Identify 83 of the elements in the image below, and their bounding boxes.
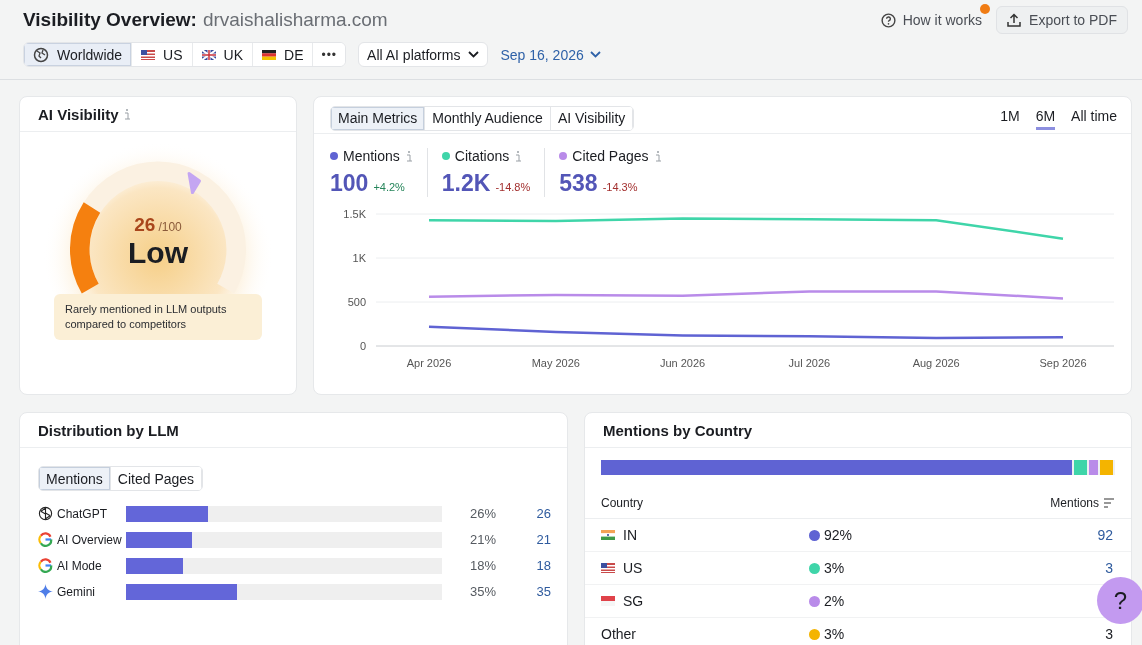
legend-label: Mentions bbox=[343, 148, 400, 164]
metric-change: +4.2% bbox=[373, 181, 405, 193]
percent-value: 21% bbox=[468, 532, 496, 547]
percent-value: 35% bbox=[468, 584, 496, 599]
llm-name: ChatGPT bbox=[57, 506, 107, 521]
chevron-down-icon bbox=[468, 51, 480, 58]
region-tab[interactable]: Worldwide bbox=[24, 43, 133, 66]
view-tab[interactable]: Main Metrics bbox=[331, 106, 426, 130]
platform-dropdown[interactable]: All AI platforms bbox=[358, 42, 489, 67]
card-title: Distribution by LLM bbox=[38, 421, 179, 439]
score-value: 26 bbox=[134, 214, 156, 236]
axis-label: Jun 2026 bbox=[659, 357, 706, 369]
percent-value: 2% bbox=[824, 593, 845, 609]
knot-logo-icon bbox=[38, 506, 53, 521]
count-link[interactable]: 18 bbox=[496, 558, 551, 573]
how-it-works-button[interactable]: How it works bbox=[880, 12, 983, 28]
sort-icon[interactable] bbox=[1103, 497, 1115, 508]
count-value[interactable]: 3 bbox=[1033, 560, 1113, 576]
percent-value: 3% bbox=[824, 626, 845, 642]
percent-value: 3% bbox=[824, 560, 845, 576]
metric-change: -14.3% bbox=[602, 181, 638, 193]
count-link[interactable]: 35 bbox=[496, 584, 551, 599]
column-header: Country bbox=[601, 495, 644, 510]
metric-change: -14.8% bbox=[495, 181, 531, 193]
range-tab[interactable]: All time bbox=[1071, 106, 1117, 130]
flag-icon bbox=[601, 530, 615, 540]
axis-label: Jul 2026 bbox=[788, 357, 831, 369]
date-picker[interactable]: Sep 16, 2026 bbox=[500, 46, 601, 63]
chevron-down-icon bbox=[589, 51, 601, 58]
percent-value: 18% bbox=[468, 558, 496, 573]
percent-value: 92% bbox=[824, 527, 853, 543]
axis-label: 1.5K bbox=[343, 208, 366, 220]
metric-value: 538 bbox=[559, 170, 598, 197]
card-title: Mentions by Country bbox=[603, 421, 753, 439]
g-logo-icon bbox=[38, 532, 53, 547]
page-title: Visibility Overview: drvaishalisharma.com bbox=[23, 9, 388, 31]
axis-label: May 2026 bbox=[531, 357, 580, 369]
sparkle-icon bbox=[38, 584, 53, 599]
count-link[interactable]: 26 bbox=[496, 506, 551, 521]
rating-description: Rarely mentioned in LLM outputs compared to competitors bbox=[54, 294, 262, 340]
g-logo-icon bbox=[38, 558, 53, 573]
count-value[interactable]: 92 bbox=[1033, 527, 1113, 543]
flag-icon bbox=[601, 596, 615, 606]
flag-icon bbox=[141, 49, 156, 60]
legend-label: Cited Pages bbox=[572, 148, 649, 164]
count-value: 3 bbox=[1104, 626, 1113, 642]
percent-value: 26% bbox=[468, 506, 496, 521]
rating-label: Low bbox=[128, 236, 188, 269]
globe-icon bbox=[33, 46, 49, 63]
country-name: Other bbox=[601, 626, 636, 642]
metric-value: 1.2K bbox=[441, 170, 491, 197]
llm-name: AI Mode bbox=[57, 558, 102, 573]
axis-label: 500 bbox=[347, 296, 366, 308]
flag-icon bbox=[201, 49, 216, 60]
axis-label: Aug 2026 bbox=[912, 357, 960, 369]
axis-label: 0 bbox=[359, 340, 366, 352]
flag-icon bbox=[262, 49, 276, 60]
metric-tab[interactable]: Mentions bbox=[39, 467, 111, 490]
info-icon[interactable] bbox=[404, 150, 413, 162]
range-tab[interactable]: 6M bbox=[1035, 106, 1056, 130]
country-name: SG bbox=[623, 593, 644, 609]
info-icon[interactable] bbox=[653, 150, 662, 162]
country-name: US bbox=[623, 560, 643, 576]
upload-icon bbox=[1007, 13, 1022, 27]
domain-name: drvaishalisharma.com bbox=[202, 9, 388, 31]
legend-label: Citations bbox=[454, 148, 510, 164]
axis-label: 1K bbox=[352, 252, 366, 264]
llm-name: AI Overview bbox=[57, 532, 122, 547]
card-title: AI Visibility bbox=[38, 105, 119, 123]
range-tab[interactable]: 1M bbox=[1000, 106, 1020, 130]
flag-icon bbox=[601, 563, 615, 573]
column-header[interactable]: Mentions bbox=[1050, 495, 1099, 510]
llm-name: Gemini bbox=[57, 584, 95, 599]
score-max: /100 bbox=[158, 220, 182, 234]
axis-label: Apr 2026 bbox=[406, 357, 452, 369]
metric-value: 100 bbox=[330, 170, 369, 197]
export-button[interactable]: Export to PDF bbox=[996, 6, 1128, 34]
help-icon bbox=[880, 12, 896, 28]
country-name: IN bbox=[623, 527, 637, 543]
info-icon[interactable] bbox=[514, 150, 523, 162]
info-icon[interactable] bbox=[122, 108, 131, 120]
count-link[interactable]: 21 bbox=[496, 532, 551, 547]
axis-label: Sep 2026 bbox=[1039, 357, 1087, 369]
